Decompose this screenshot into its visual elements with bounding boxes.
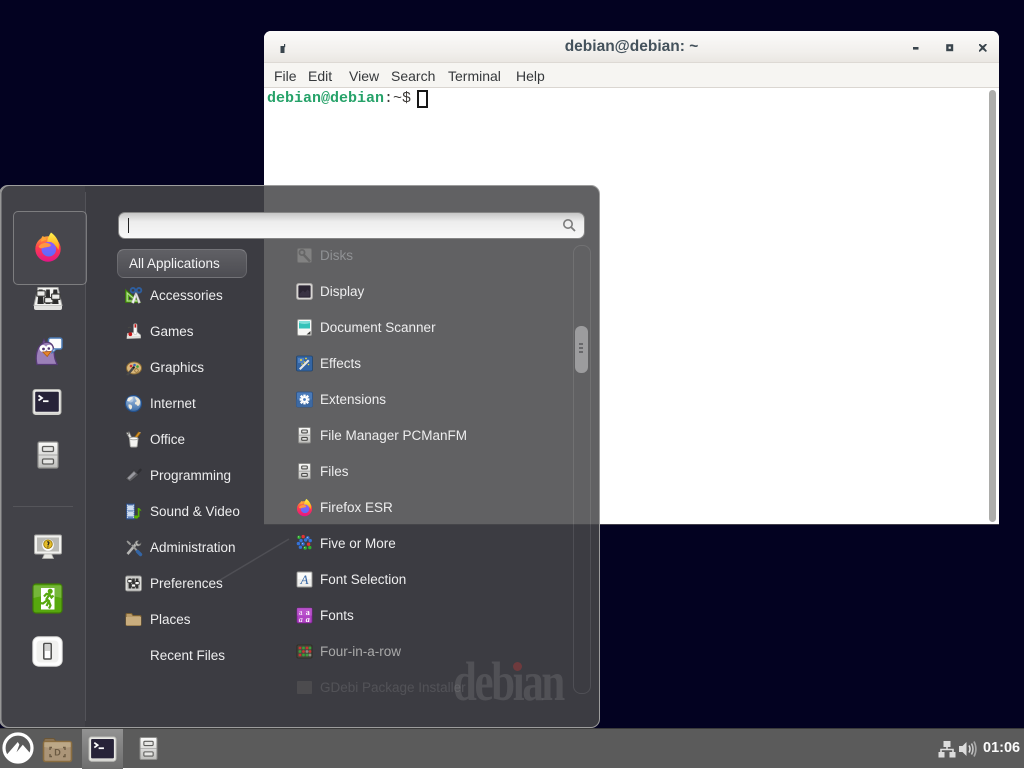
svg-text:A: A (300, 572, 309, 587)
svg-text:a: a (299, 615, 303, 624)
svg-text:a: a (306, 615, 310, 624)
svg-text:D: D (54, 748, 61, 758)
